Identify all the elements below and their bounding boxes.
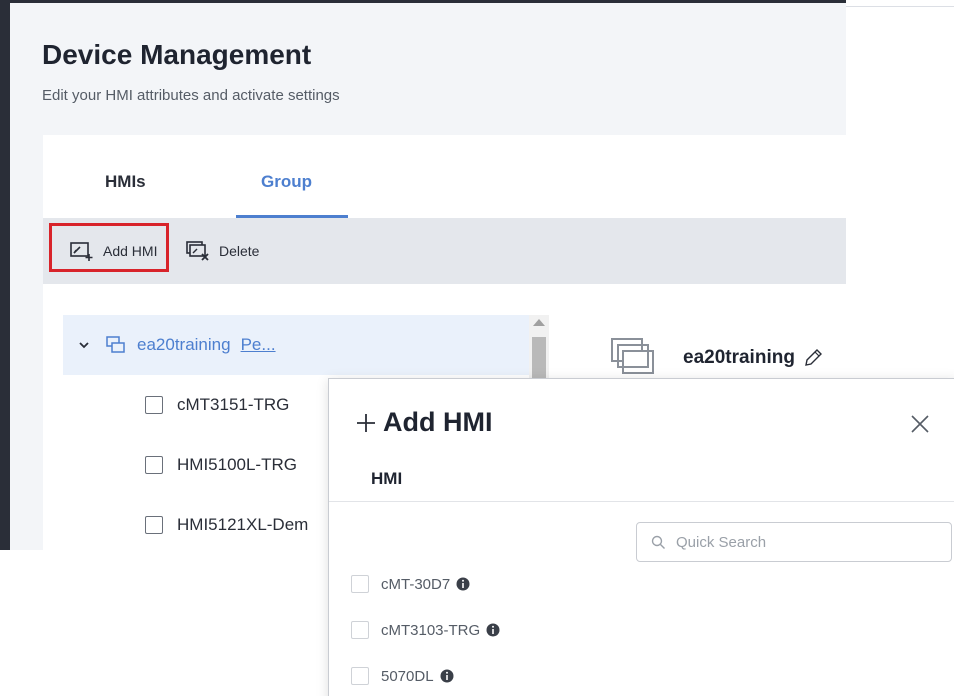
device-name: HMI5100L-TRG bbox=[177, 455, 297, 474]
toolbar: Add HMI Delete bbox=[43, 218, 846, 284]
tab-hmis[interactable]: HMIs bbox=[105, 172, 146, 192]
tree-device-row[interactable]: cMT3151-TRG bbox=[145, 395, 289, 415]
checkbox[interactable] bbox=[145, 456, 163, 474]
info-icon[interactable] bbox=[486, 623, 500, 637]
add-hmi-dialog: Add HMI HMI cMT-30D7 cMT3103-TRG bbox=[328, 378, 954, 696]
page-title: Device Management bbox=[42, 39, 312, 70]
dialog-tab-hmi[interactable]: HMI bbox=[371, 469, 402, 489]
tab-group[interactable]: Group bbox=[261, 172, 312, 192]
close-icon[interactable] bbox=[909, 413, 931, 435]
tree-device-row[interactable]: HMI5100L-TRG bbox=[145, 455, 297, 475]
device-name: HMI5121XL-Dem bbox=[177, 515, 309, 534]
group-link[interactable]: Pe... bbox=[241, 335, 276, 355]
top-divider bbox=[846, 6, 954, 7]
checkbox[interactable] bbox=[351, 621, 369, 639]
plus-icon bbox=[357, 413, 375, 432]
device-name: cMT3151-TRG bbox=[177, 395, 290, 414]
checkbox[interactable] bbox=[351, 575, 369, 593]
checkbox[interactable] bbox=[351, 667, 369, 685]
add-hmi-icon bbox=[70, 242, 93, 261]
page-subtitle: Edit your HMI attributes and activate se… bbox=[42, 87, 340, 104]
tree-device-row[interactable]: HMI5121XL-Dem bbox=[145, 515, 308, 535]
group-detail: ea20training bbox=[609, 335, 823, 381]
scroll-up-arrow-icon[interactable] bbox=[533, 319, 545, 326]
dialog-header: Add HMI bbox=[355, 407, 492, 438]
checkbox[interactable] bbox=[145, 396, 163, 414]
delete-label: Delete bbox=[219, 243, 260, 259]
info-icon[interactable] bbox=[456, 577, 470, 591]
tree-group-row[interactable]: ea20training Pe... bbox=[77, 335, 276, 355]
detail-group-name: ea20training bbox=[683, 347, 795, 368]
dialog-title: Add HMI bbox=[383, 407, 493, 437]
screen: Device Management Edit your HMI attribut… bbox=[0, 0, 954, 696]
search-input[interactable] bbox=[676, 533, 926, 551]
group-icon bbox=[106, 336, 125, 353]
dialog-list-item[interactable]: cMT-30D7 bbox=[351, 575, 470, 593]
hmi-name: cMT-30D7 bbox=[381, 575, 451, 593]
delete-button[interactable]: Delete bbox=[185, 218, 259, 284]
checkbox[interactable] bbox=[145, 516, 163, 534]
add-hmi-button[interactable]: Add HMI bbox=[69, 218, 157, 284]
pencil-icon[interactable] bbox=[803, 348, 823, 368]
dialog-list-item[interactable]: 5070DL bbox=[351, 667, 454, 685]
hmi-name: 5070DL bbox=[381, 667, 434, 685]
delete-icon bbox=[186, 241, 209, 261]
dialog-divider bbox=[329, 501, 954, 502]
group-name[interactable]: ea20training bbox=[137, 335, 231, 355]
search-icon bbox=[651, 535, 665, 549]
group-icon bbox=[611, 338, 654, 374]
add-hmi-label: Add HMI bbox=[103, 243, 158, 259]
dialog-list-item[interactable]: cMT3103-TRG bbox=[351, 621, 500, 639]
chevron-down-icon[interactable] bbox=[77, 338, 91, 352]
quick-search[interactable] bbox=[636, 522, 952, 562]
info-icon[interactable] bbox=[440, 669, 454, 683]
hmi-name: cMT3103-TRG bbox=[381, 621, 481, 639]
